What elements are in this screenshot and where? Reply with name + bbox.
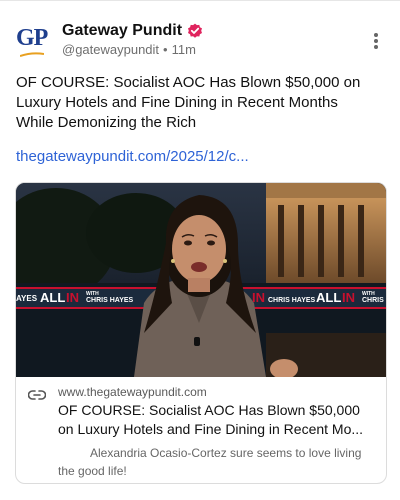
- card-info[interactable]: www.thegatewaypundit.com OF COURSE: Soci…: [16, 377, 386, 483]
- banner-left-partial: AYES: [16, 294, 38, 303]
- banner-in-2: IN: [252, 290, 265, 305]
- banner-in: IN: [66, 290, 79, 305]
- avatar-logo-text: GP: [16, 25, 48, 51]
- meta-separator: •: [163, 42, 168, 57]
- handle[interactable]: @gatewaypundit: [62, 42, 159, 57]
- social-post: GP Gateway Pundit @gatewaypundit • 11m OF …: [0, 0, 400, 500]
- post-text: OF COURSE: Socialist AOC Has Blown $50,0…: [16, 74, 361, 131]
- avatar[interactable]: GP: [16, 26, 50, 60]
- banner-host-left: CHRIS HAYES: [86, 297, 134, 304]
- post-meta: @gatewaypundit • 11m: [62, 42, 196, 57]
- name-row: Gateway Pundit: [62, 22, 203, 40]
- timestamp[interactable]: 11m: [172, 42, 196, 57]
- banner-in-3: IN: [342, 290, 355, 305]
- card-domain: www.thegatewaypundit.com: [58, 385, 207, 399]
- link-preview-card[interactable]: AYES ALL IN WITH CHRIS HAYES IN CHRIS HA…: [15, 182, 387, 484]
- divider: [0, 0, 400, 1]
- post-link[interactable]: thegatewaypundit.com/2025/12/c...: [16, 148, 249, 165]
- card-title[interactable]: OF COURSE: Socialist AOC Has Blown $50,0…: [58, 401, 378, 439]
- verified-badge-icon: [188, 23, 203, 38]
- display-name[interactable]: Gateway Pundit: [62, 22, 182, 40]
- avatar-swoosh-icon: [20, 52, 44, 57]
- card-description: Alexandria Ocasio-Cortez sure seems to l…: [58, 446, 362, 478]
- banner-right-partial: CHRIS: [362, 297, 384, 304]
- banner-all-2: ALL: [316, 290, 342, 305]
- link-icon: [28, 390, 46, 400]
- card-image[interactable]: AYES ALL IN WITH CHRIS HAYES IN CHRIS HA…: [16, 183, 386, 377]
- news-still-image: [16, 183, 386, 377]
- more-options-icon[interactable]: [370, 32, 382, 50]
- post-header: GP Gateway Pundit @gatewaypundit • 11m: [16, 20, 384, 64]
- banner-host-right: CHRIS HAYES: [268, 297, 316, 304]
- banner-all: ALL: [40, 290, 66, 305]
